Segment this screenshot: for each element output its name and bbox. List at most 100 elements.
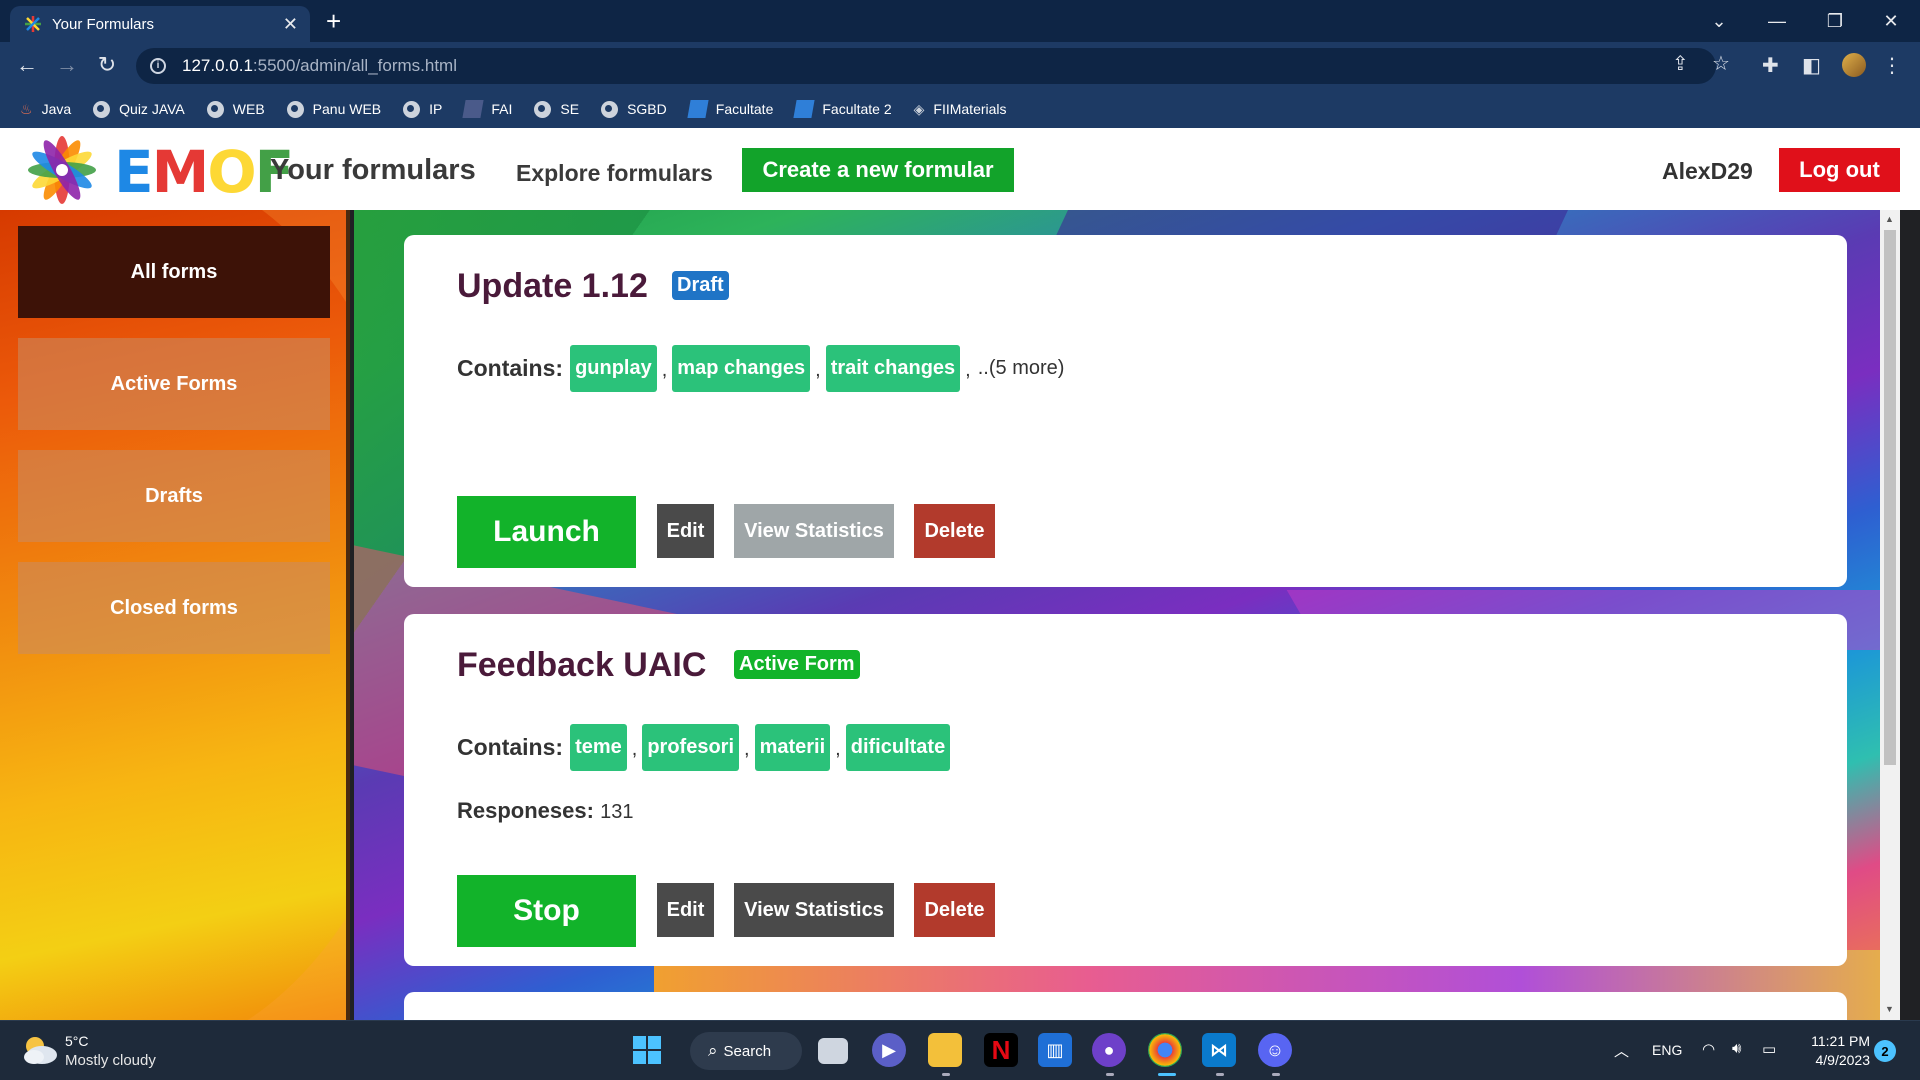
sidebar-item-all-forms[interactable]: All forms: [18, 226, 330, 318]
restore-icon[interactable]: ❐: [1806, 0, 1864, 42]
profile-avatar[interactable]: [1842, 53, 1866, 77]
close-tab-icon[interactable]: ✕: [283, 14, 298, 35]
address-bar[interactable]: i 127.0.0.1:5500/admin/all_forms.html: [136, 48, 1716, 84]
windows-taskbar: 5°C Mostly cloudy ⌕ Search ▶ N ▥ ● ⋈ ☺ ︿…: [0, 1020, 1920, 1080]
task-view-icon[interactable]: [818, 1038, 848, 1064]
discord-icon[interactable]: ☺: [1258, 1033, 1292, 1067]
logout-button[interactable]: Log out: [1779, 148, 1900, 192]
view-statistics-button[interactable]: View Statistics: [734, 504, 894, 558]
responses-value: 131: [600, 801, 634, 823]
netflix-icon[interactable]: N: [984, 1033, 1018, 1067]
search-label: Search: [723, 1042, 772, 1060]
clock-time: 11:21 PM: [1811, 1033, 1870, 1049]
github-icon[interactable]: ●: [1092, 1033, 1126, 1067]
username: AlexD29: [1662, 158, 1753, 184]
close-window-icon[interactable]: ✕: [1862, 0, 1920, 42]
active-indicator: [1158, 1073, 1176, 1076]
browser-menu-icon[interactable]: ⋮: [1882, 53, 1902, 78]
status-badge: Draft: [672, 271, 729, 300]
globe-icon: [206, 100, 224, 118]
bookmark-facultate[interactable]: Facultate: [687, 100, 773, 118]
form-title: Update 1.12: [457, 267, 648, 305]
scroll-down-icon[interactable]: ▼: [1885, 1004, 1894, 1014]
minimize-icon[interactable]: —: [1748, 0, 1806, 42]
sidebar-item-drafts[interactable]: Drafts: [18, 450, 330, 542]
bookmark-facultate-2[interactable]: Facultate 2: [793, 100, 892, 118]
bookmark-java[interactable]: ♨ Java: [20, 101, 71, 118]
bookmark-panu-web[interactable]: Panu WEB: [286, 100, 381, 118]
form-title: Feedback UAIC: [457, 646, 707, 684]
battery-icon[interactable]: ▭: [1762, 1040, 1776, 1058]
trello-icon[interactable]: ▥: [1038, 1033, 1072, 1067]
chrome-icon[interactable]: [1148, 1033, 1182, 1067]
form-contains: Contains: teme, profesori, materii, difi…: [457, 724, 951, 771]
tag: dificultate: [845, 724, 951, 771]
nav-explore-formulars[interactable]: Explore formulars: [516, 160, 713, 187]
bookmark-ip[interactable]: IP: [403, 100, 442, 118]
faculty-icon: [793, 100, 815, 118]
side-panel-icon[interactable]: ◧: [1802, 53, 1821, 78]
delete-button[interactable]: Delete: [914, 883, 995, 937]
show-hidden-icons-chevron-icon[interactable]: ︿: [1614, 1040, 1629, 1061]
running-indicator: [942, 1073, 950, 1076]
new-tab-button[interactable]: +: [326, 7, 341, 35]
input-language[interactable]: ENG: [1652, 1042, 1682, 1058]
system-clock[interactable]: 11:21 PM 4/9/2023: [1806, 1032, 1870, 1070]
status-badge: Active Form: [734, 650, 860, 679]
tag: map changes: [672, 345, 811, 392]
tag-separator: ,: [631, 738, 638, 760]
notification-badge[interactable]: 2: [1874, 1040, 1896, 1062]
extensions-puzzle-icon[interactable]: ✚: [1762, 53, 1779, 78]
faculty-icon: [687, 100, 709, 118]
wifi-icon[interactable]: ◠: [1702, 1040, 1715, 1058]
teams-chat-icon[interactable]: ▶: [872, 1033, 906, 1067]
bookmark-fai[interactable]: FAI: [462, 100, 512, 118]
bookmark-fiimaterials[interactable]: ◈ FIIMaterials: [914, 101, 1007, 118]
cloud-sun-icon[interactable]: [20, 1033, 60, 1067]
vscode-icon[interactable]: ⋈: [1202, 1033, 1236, 1067]
java-icon: ♨: [20, 100, 33, 117]
search-icon: ⌕: [708, 1041, 718, 1060]
form-card: [404, 992, 1847, 1020]
edit-button[interactable]: Edit: [657, 883, 714, 937]
view-statistics-button[interactable]: View Statistics: [734, 883, 894, 937]
globe-icon: [601, 100, 619, 118]
windows-start-icon[interactable]: [630, 1033, 664, 1067]
globe-icon: [286, 100, 304, 118]
edit-button[interactable]: Edit: [657, 504, 714, 558]
bookmark-web[interactable]: WEB: [206, 100, 265, 118]
scroll-up-icon[interactable]: ▲: [1885, 214, 1894, 224]
delete-button[interactable]: Delete: [914, 504, 995, 558]
bookmark-se[interactable]: SE: [534, 100, 579, 118]
bookmark-star-icon[interactable]: ☆: [1712, 51, 1730, 76]
page-scrollbar[interactable]: ▲ ▼: [1880, 210, 1900, 1020]
share-icon[interactable]: ⇪: [1672, 51, 1689, 76]
bookmark-quiz-java[interactable]: Quiz JAVA: [93, 100, 185, 118]
volume-icon[interactable]: 🔊︎: [1732, 1040, 1741, 1057]
tag-separator: ,: [744, 738, 750, 760]
weather-description: Mostly cloudy: [65, 1052, 156, 1069]
stop-button[interactable]: Stop: [457, 875, 636, 947]
url-path: :5500/admin/all_forms.html: [252, 56, 457, 75]
weather-temperature: 5°C: [65, 1033, 89, 1049]
emof-logo[interactable]: EMOF: [18, 132, 294, 208]
create-formular-button[interactable]: Create a new formular: [742, 148, 1014, 192]
bookmark-sgbd[interactable]: SGBD: [601, 100, 667, 118]
forward-arrow-icon[interactable]: →: [52, 52, 82, 78]
taskbar-search[interactable]: ⌕ Search: [690, 1032, 802, 1070]
running-indicator: [1216, 1073, 1224, 1076]
running-indicator: [1106, 1073, 1114, 1076]
sidebar-item-active-forms[interactable]: Active Forms: [18, 338, 330, 430]
form-card: Update 1.12 Draft Contains: gunplay, map…: [404, 235, 1847, 587]
back-arrow-icon[interactable]: ←: [12, 52, 42, 78]
nav-your-formulars[interactable]: Your formulars: [270, 154, 476, 187]
scrollbar-thumb[interactable]: [1884, 230, 1896, 765]
launch-button[interactable]: Launch: [457, 496, 636, 568]
browser-tab[interactable]: Your Formulars ✕: [10, 6, 310, 42]
sidebar-item-closed-forms[interactable]: Closed forms: [18, 562, 330, 654]
tab-search-chevron-icon[interactable]: ⌄: [1690, 0, 1748, 42]
reload-icon[interactable]: ↻: [92, 52, 122, 78]
site-info-icon[interactable]: i: [150, 58, 166, 74]
tag-separator: ,: [815, 359, 821, 381]
file-explorer-icon[interactable]: [928, 1033, 962, 1067]
